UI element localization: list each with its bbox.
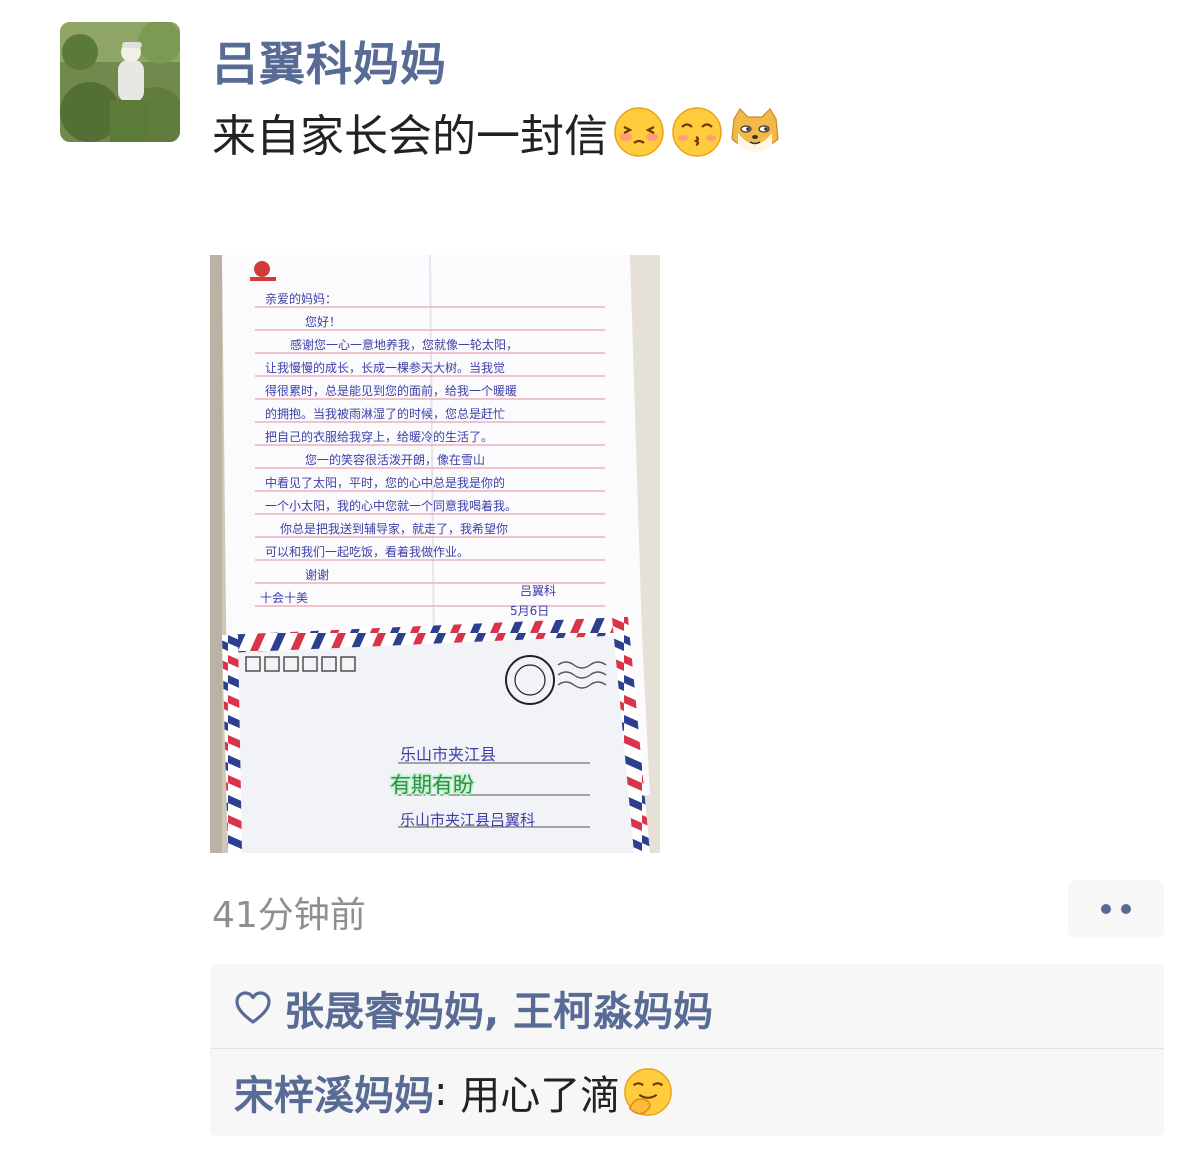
letter-line: 把自己的衣服给我穿上，给暖冷的生活了。 <box>265 429 493 444</box>
letter-line: 的拥抱。当我被雨淋湿了的时候，您总是赶忙 <box>265 406 505 421</box>
letter-line: 你总是把我送到辅导家，就走了，我希望你 <box>280 521 508 536</box>
more-actions-button[interactable] <box>1068 880 1164 938</box>
letter-line: 您好！ <box>305 314 341 329</box>
comment-separator: : <box>434 1069 461 1115</box>
letter-signature: 吕翼科 <box>520 584 556 598</box>
letter-photo: 亲爱的妈妈： 您好！ 感谢您一心一意地养我，您就像一轮太阳， 让我慢慢的成长，长… <box>210 255 660 853</box>
avatar[interactable] <box>60 22 180 142</box>
avatar-photo <box>60 22 180 142</box>
likes-row: 张晟睿妈妈, 王柯淼妈妈 <box>234 980 713 1036</box>
shy-face-emoji <box>614 107 664 157</box>
letter-line: 中看见了太阳，平时，您的心中总是我是你的 <box>265 475 505 490</box>
letter-line: 感谢您一心一意地养我，您就像一轮太阳， <box>290 337 518 352</box>
post-text: 来自家长会的一封信 <box>212 111 608 162</box>
letter-line: 得很累时，总是能见到您的面前，给我一个暖暖 <box>265 383 517 398</box>
envelope-address-1: 乐山市夹江县 <box>400 745 496 764</box>
comment-item[interactable]: 宋梓溪妈妈 : 用心了滴 <box>234 1064 674 1120</box>
dot-icon <box>1121 904 1131 914</box>
letter-date: 5月6日 <box>510 604 549 618</box>
letter-line: 一个小太阳，我的心中您就一个同意我喝着我。 <box>265 498 517 513</box>
likes-names[interactable]: 张晟睿妈妈, 王柯淼妈妈 <box>284 979 713 1037</box>
post-time: 41分钟前 <box>212 895 366 936</box>
letter-line: 谢谢 <box>305 567 329 582</box>
envelope-address-2: 乐山市夹江县吕翼科 <box>400 811 535 829</box>
heart-icon <box>235 991 271 1024</box>
letter-line: 可以和我们一起吃饭，看着我做作业。 <box>265 544 469 559</box>
post-text-row: 来自家长会的一封信 <box>212 100 782 164</box>
letter-line: 您一的笑容很活泼开朗，像在雪山 <box>305 452 485 467</box>
comment-text: 用心了滴 <box>460 1073 621 1119</box>
doge-emoji <box>731 108 779 152</box>
letter-line: 十会十美 <box>260 591 308 605</box>
photo-sticker: 有期有盼 <box>390 773 474 797</box>
comment-author[interactable]: 宋梓溪妈妈 <box>234 1063 434 1121</box>
post-author-name[interactable]: 吕翼科妈妈 <box>212 28 447 94</box>
divider <box>210 1048 1164 1049</box>
letter-line: 让我慢慢的成长，长成一棵参天大树。当我觉 <box>265 360 505 375</box>
kiss-face-emoji <box>672 107 722 157</box>
interaction-panel: 张晟睿妈妈, 王柯淼妈妈 宋梓溪妈妈 : 用心了滴 <box>210 964 1164 1136</box>
letter-line: 亲爱的妈妈： <box>265 291 337 306</box>
smirk-face-emoji <box>624 1068 673 1116</box>
post-photo[interactable]: 亲爱的妈妈： 您好！ 感谢您一心一意地养我，您就像一轮太阳， 让我慢慢的成长，长… <box>210 255 660 853</box>
dot-icon <box>1101 904 1111 914</box>
